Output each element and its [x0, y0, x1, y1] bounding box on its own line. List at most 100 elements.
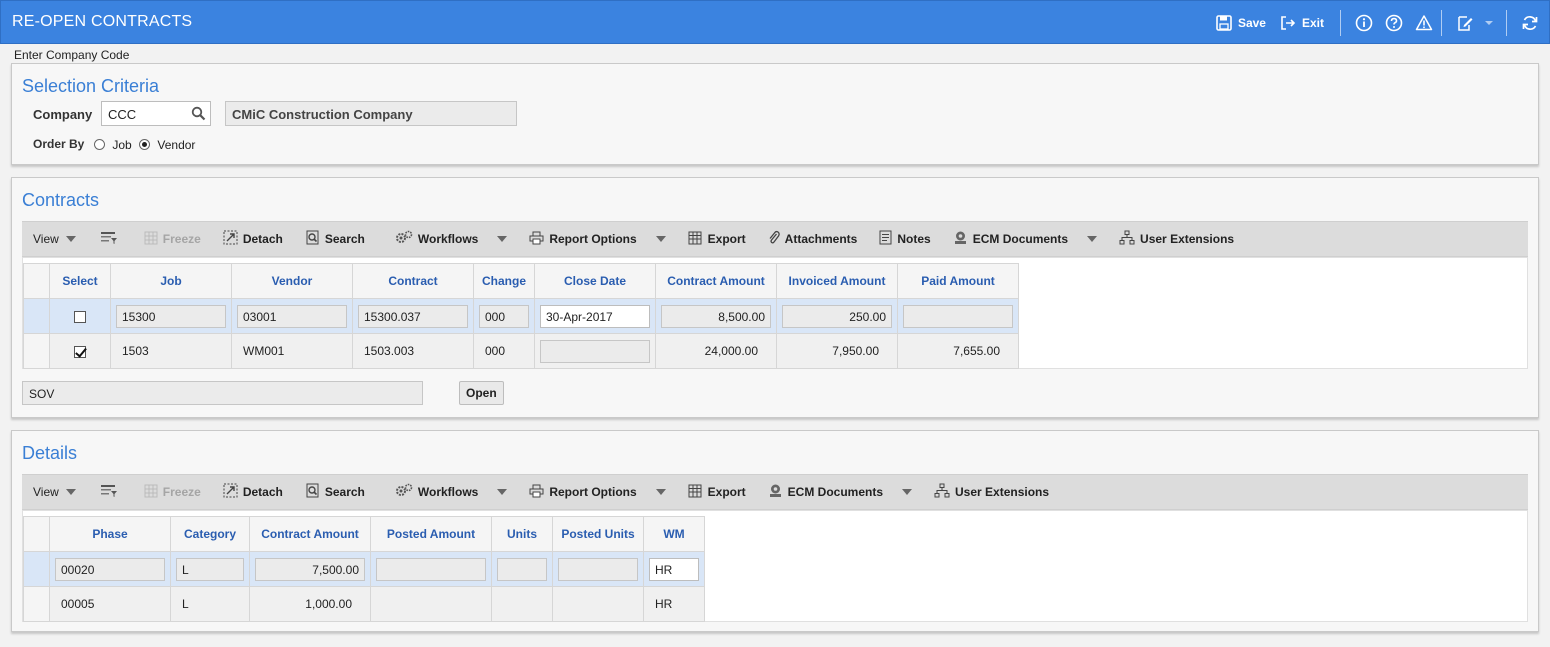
order-by-vendor-radio[interactable] [139, 139, 151, 150]
detach-button[interactable]: Detach [223, 230, 283, 248]
view-menu[interactable]: View [33, 485, 76, 499]
close-date-input[interactable] [540, 339, 650, 363]
column-header-paid-amount[interactable]: Paid Amount [897, 263, 1019, 299]
vendor-input[interactable]: 03001 [237, 304, 347, 328]
contract-input[interactable]: 15300.037 [358, 304, 468, 328]
ecm-documents-menu[interactable]: ECM Documents [768, 483, 913, 501]
sov-value: SOV [29, 387, 55, 401]
export-button[interactable]: Export [688, 231, 746, 248]
order-by-job-radio[interactable] [94, 139, 105, 150]
close-date-input[interactable]: 30-Apr-2017 [540, 304, 650, 328]
contract-amount-cell: 8,500.00 [655, 298, 777, 334]
filter-icon [100, 231, 118, 248]
workflows-menu[interactable]: Workflows [395, 483, 508, 501]
column-header-posted-units[interactable]: Posted Units [552, 516, 644, 552]
help-icon[interactable] [1385, 14, 1403, 32]
company-input[interactable]: CCC [101, 101, 211, 126]
notes-button[interactable]: Notes [879, 230, 931, 248]
attachments-button[interactable]: Attachments [768, 230, 857, 248]
paid-amount-cell [897, 298, 1019, 334]
column-header-posted-amount[interactable]: Posted Amount [370, 516, 492, 552]
category-input[interactable]: L [176, 557, 244, 581]
column-header-contract-amount[interactable]: Contract Amount [249, 516, 371, 552]
save-button[interactable]: Save [1216, 15, 1266, 31]
hierarchy-icon [934, 483, 950, 501]
column-header-vendor[interactable]: Vendor [231, 263, 353, 299]
freeze-icon [144, 231, 158, 248]
filter-button[interactable] [100, 231, 118, 248]
workflows-menu[interactable]: Workflows [395, 230, 508, 248]
column-header-category[interactable]: Category [170, 516, 250, 552]
table-row[interactable]: 00020 L 7,500.00 HR [23, 551, 705, 587]
table-row[interactable]: 15300 03001 15300.037 000 30-Apr-2017 8,… [23, 298, 1019, 334]
search-doc-icon [305, 483, 320, 501]
chevron-down-icon [65, 489, 76, 495]
ecm-documents-menu[interactable]: ECM Documents [953, 230, 1098, 248]
freeze-button[interactable]: Freeze [144, 231, 201, 248]
column-header-invoiced-amount[interactable]: Invoiced Amount [776, 263, 898, 299]
chevron-down-icon[interactable] [1480, 14, 1498, 32]
company-name-value: CMiC Construction Company [232, 107, 413, 122]
chevron-down-icon [655, 236, 666, 242]
export-button[interactable]: Export [688, 484, 746, 501]
sov-field[interactable]: SOV [22, 381, 423, 405]
freeze-label: Freeze [162, 232, 201, 246]
freeze-button[interactable]: Freeze [144, 484, 201, 501]
edit-icon[interactable] [1456, 14, 1474, 32]
user-extensions-button[interactable]: User Extensions [1119, 230, 1234, 248]
select-checkbox[interactable] [74, 345, 86, 358]
paid-amount-input[interactable] [903, 304, 1013, 328]
row-header[interactable] [23, 586, 50, 622]
filter-button[interactable] [100, 484, 118, 501]
phase-input[interactable]: 00020 [55, 557, 165, 581]
column-header-contract[interactable]: Contract [352, 263, 474, 299]
column-header-change[interactable]: Change [473, 263, 535, 299]
job-input[interactable]: 15300 [116, 304, 226, 328]
table-row[interactable]: 00005 L 1,000.00 HR [23, 586, 705, 622]
column-header-wm[interactable]: WM [643, 516, 705, 552]
contract-amount-input[interactable]: 7,500.00 [255, 557, 365, 581]
search-button[interactable]: Search [305, 483, 365, 501]
report-options-menu[interactable]: Report Options [529, 484, 666, 501]
open-button[interactable]: Open [459, 381, 504, 405]
invoiced-amount-input[interactable]: 250.00 [782, 304, 892, 328]
row-header[interactable] [23, 298, 50, 334]
row-header-corner [23, 263, 50, 299]
table-row[interactable]: 1503 WM001 1503.003 000 24,000.00 7,950.… [23, 333, 1019, 369]
search-button[interactable]: Search [305, 230, 365, 248]
posted-units-input[interactable] [558, 557, 638, 581]
column-header-job[interactable]: Job [110, 263, 232, 299]
detach-button[interactable]: Detach [223, 483, 283, 501]
report-options-menu[interactable]: Report Options [529, 231, 666, 248]
category-cell: L [170, 551, 250, 587]
details-panel: Details View Freeze Detach Search Workfl… [11, 430, 1539, 632]
export-label: Export [707, 485, 746, 499]
title-bar: RE-OPEN CONTRACTS Save Exit [0, 0, 1550, 44]
column-header-select[interactable]: Select [49, 263, 111, 299]
column-header-units[interactable]: Units [491, 516, 553, 552]
user-extensions-button[interactable]: User Extensions [934, 483, 1049, 501]
warning-icon[interactable] [1415, 14, 1433, 32]
refresh-icon[interactable] [1521, 14, 1539, 32]
info-icon[interactable] [1355, 14, 1373, 32]
units-input[interactable] [497, 557, 547, 581]
wm-input[interactable]: HR [649, 557, 699, 581]
view-label: View [33, 485, 59, 499]
search-icon[interactable] [191, 106, 206, 124]
select-checkbox[interactable] [74, 310, 86, 323]
filter-icon [100, 484, 118, 501]
exit-button[interactable]: Exit [1280, 15, 1324, 31]
row-header[interactable] [23, 551, 50, 587]
view-menu[interactable]: View [33, 232, 76, 246]
posted-amount-cell [370, 586, 492, 622]
detach-icon [223, 230, 238, 248]
contracts-panel: Contracts View Freeze Detach Search Work… [11, 177, 1539, 418]
column-header-phase[interactable]: Phase [49, 516, 171, 552]
change-input[interactable]: 000 [479, 304, 529, 328]
posted-amount-input[interactable] [376, 557, 486, 581]
column-header-close-date[interactable]: Close Date [534, 263, 656, 299]
column-header-contract-amount[interactable]: Contract Amount [655, 263, 777, 299]
header-actions: Save Exit [1216, 1, 1549, 45]
row-header[interactable] [23, 333, 50, 369]
contract-amount-input[interactable]: 8,500.00 [661, 304, 771, 328]
